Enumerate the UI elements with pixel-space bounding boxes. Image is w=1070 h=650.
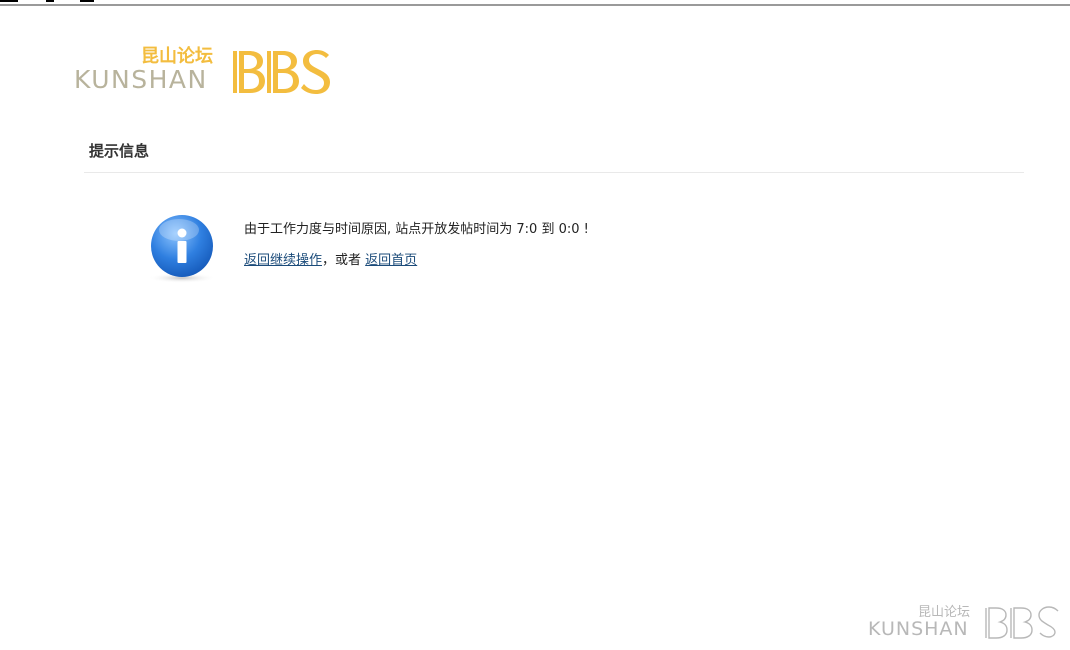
top-border-fragment xyxy=(0,0,18,2)
notice-message: 由于工作力度与时间原因, 站点开放发帖时间为 7:0 到 0:0 ! xyxy=(244,222,589,237)
footer-logo[interactable]: 昆山论坛 KUNSHAN xyxy=(868,606,1064,640)
title-divider xyxy=(84,172,1024,173)
logo-bbs-mark xyxy=(233,50,330,94)
footer-logo-english-text: KUNSHAN xyxy=(868,618,969,640)
top-border-fragment xyxy=(80,0,94,2)
top-border-fragment xyxy=(46,0,54,2)
logo-english-text: KUNSHAN xyxy=(74,65,208,94)
back-continue-link[interactable]: 返回继续操作 xyxy=(244,253,322,268)
page-title: 提示信息 xyxy=(89,142,150,160)
footer-logo-bbs-mark xyxy=(985,606,1059,639)
link-separator: ，或者 xyxy=(322,253,362,268)
logo-chinese-text: 昆山论坛 xyxy=(141,46,213,67)
top-border xyxy=(0,0,1070,6)
info-icon xyxy=(148,215,216,283)
home-link[interactable]: 返回首页 xyxy=(365,253,417,268)
notice-actions: 返回继续操作，或者 返回首页 xyxy=(244,249,417,268)
site-logo[interactable]: 昆山论坛 KUNSHAN xyxy=(74,48,336,96)
